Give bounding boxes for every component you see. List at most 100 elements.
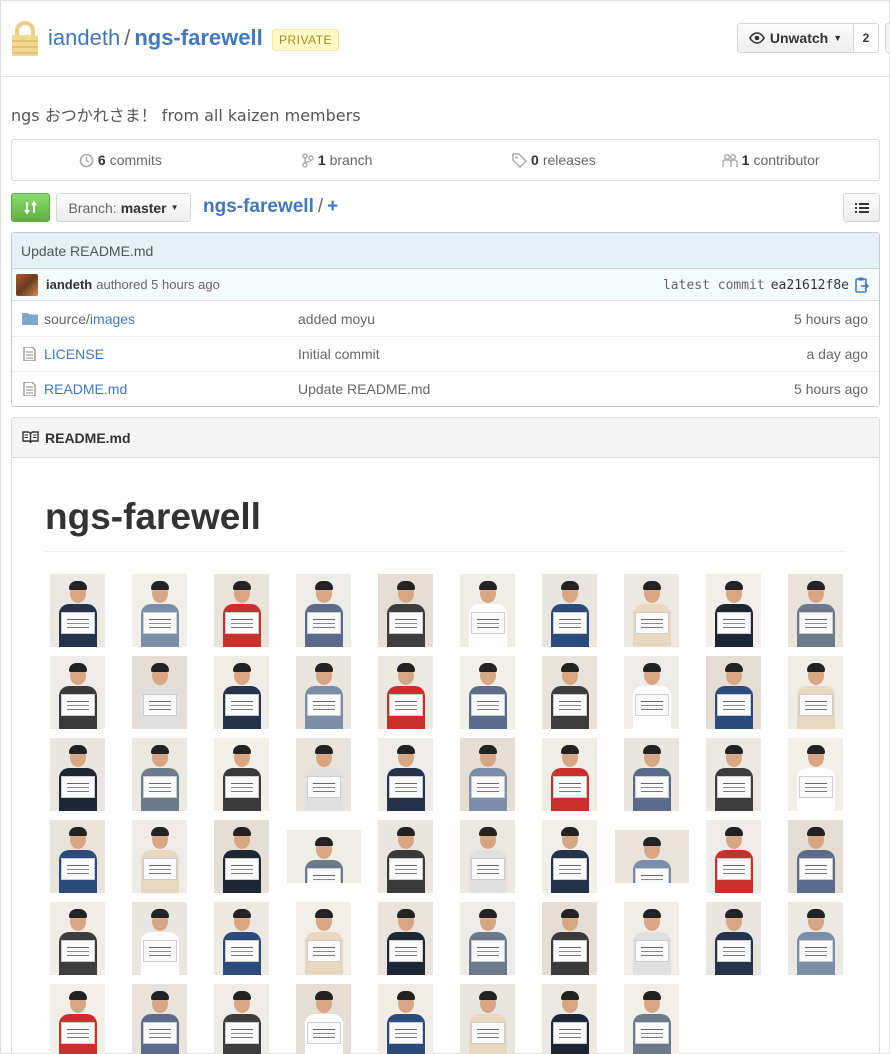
commit-author[interactable]: iandeth (46, 277, 92, 292)
member-photo[interactable] (296, 984, 351, 1054)
branch-select[interactable]: Branch: master ▼ (56, 193, 191, 222)
member-photo[interactable] (614, 830, 689, 883)
file-age: a day ago (806, 346, 869, 362)
file-commit-message[interactable]: added moyu (298, 311, 375, 327)
member-photo[interactable] (788, 820, 843, 893)
member-photo[interactable] (460, 656, 515, 729)
member-photo[interactable] (50, 738, 105, 811)
member-photo[interactable] (788, 574, 843, 647)
member-photo[interactable] (706, 902, 761, 975)
member-photo[interactable] (624, 738, 679, 811)
member-photo[interactable] (624, 574, 679, 647)
readme-header: README.md (12, 418, 879, 458)
contributors-stat[interactable]: 1 contributor (662, 140, 879, 180)
member-photo[interactable] (460, 738, 515, 811)
contributors-label: contributor (753, 152, 820, 168)
member-photo[interactable] (50, 656, 105, 729)
member-photo[interactable] (706, 574, 761, 647)
commit-title-text: Update README.md (21, 242, 154, 259)
list-view-button[interactable] (843, 193, 880, 222)
member-photo[interactable] (132, 574, 187, 647)
star-button-edge[interactable] (885, 23, 890, 53)
member-photo[interactable] (706, 738, 761, 811)
new-file-button[interactable]: + (327, 196, 338, 217)
member-photo[interactable] (624, 656, 679, 729)
member-photo[interactable] (50, 984, 105, 1054)
member-photo[interactable] (378, 984, 433, 1054)
member-photo[interactable] (378, 574, 433, 647)
member-photo[interactable] (706, 820, 761, 893)
file-link[interactable]: README.md (44, 381, 127, 397)
member-photo[interactable] (132, 820, 187, 893)
member-photo[interactable] (296, 656, 351, 729)
member-photo[interactable] (378, 738, 433, 811)
commit-sha-block: latest commit ea21612f8e (663, 277, 869, 293)
member-photo[interactable] (132, 738, 187, 811)
breadcrumb-root-link[interactable]: ngs-farewell (203, 196, 314, 217)
member-photo[interactable] (542, 820, 597, 893)
table-row: LICENSE Initial commit a day ago (12, 336, 879, 371)
member-photo[interactable] (296, 902, 351, 975)
member-photo[interactable] (214, 574, 269, 647)
member-photo[interactable] (460, 820, 515, 893)
member-photo[interactable] (296, 574, 351, 647)
member-photo[interactable] (214, 656, 269, 729)
member-photo[interactable] (706, 656, 761, 729)
file-link[interactable]: source/images (44, 311, 135, 327)
member-photo[interactable] (460, 984, 515, 1054)
member-photo[interactable] (542, 738, 597, 811)
file-link[interactable]: LICENSE (44, 346, 104, 362)
compare-button[interactable] (11, 193, 50, 222)
member-photo[interactable] (624, 984, 679, 1054)
member-photo[interactable] (624, 902, 679, 975)
avatar[interactable] (16, 273, 38, 296)
member-photo[interactable] (378, 902, 433, 975)
member-photo[interactable] (214, 738, 269, 811)
member-photo[interactable] (460, 574, 515, 647)
book-icon (22, 431, 39, 444)
commit-sha[interactable]: ea21612f8e (771, 278, 849, 293)
latest-commit-label: latest commit (662, 277, 765, 293)
branches-stat[interactable]: 1 branch (229, 140, 446, 180)
commit-message[interactable]: Update README.md (12, 233, 879, 269)
member-photo[interactable] (214, 902, 269, 975)
branches-count: 1 (317, 152, 326, 168)
unwatch-button[interactable]: Unwatch ▼ (737, 23, 854, 53)
member-photo[interactable] (542, 984, 597, 1054)
path-separator: / (124, 25, 131, 50)
clipboard-icon[interactable] (855, 277, 869, 293)
file-path-prefix: source/ (44, 310, 90, 327)
member-photo[interactable] (788, 656, 843, 729)
commits-stat[interactable]: 6 commits (12, 140, 229, 180)
member-photo[interactable] (50, 902, 105, 975)
member-photo[interactable] (542, 656, 597, 729)
file-list: source/images added moyu 5 hours ago LICENS… (12, 301, 879, 406)
member-photo[interactable] (132, 902, 187, 975)
member-photo[interactable] (132, 984, 187, 1054)
member-photo[interactable] (542, 574, 597, 647)
member-photo[interactable] (50, 820, 105, 893)
member-photo[interactable] (378, 820, 433, 893)
member-photo[interactable] (214, 984, 269, 1054)
member-photo[interactable] (132, 656, 187, 729)
member-photo[interactable] (788, 738, 843, 811)
organization-icon (721, 153, 738, 167)
releases-stat[interactable]: 0 releases (446, 140, 663, 180)
folder-icon (22, 313, 38, 325)
file-name: images (89, 310, 136, 327)
member-photo[interactable] (542, 902, 597, 975)
breadcrumb-separator: / (317, 196, 324, 217)
member-photo[interactable] (214, 820, 269, 893)
repo-owner-link[interactable]: iandeth (48, 25, 120, 50)
member-photo[interactable] (286, 830, 361, 883)
member-photo[interactable] (50, 574, 105, 647)
chevron-down-icon: ▼ (833, 33, 843, 43)
member-photo[interactable] (788, 902, 843, 975)
repo-name-link[interactable]: ngs-farewell (134, 25, 262, 50)
member-photo[interactable] (378, 656, 433, 729)
member-photo[interactable] (296, 738, 351, 811)
file-commit-message[interactable]: Initial commit (298, 346, 380, 362)
member-photo[interactable] (460, 902, 515, 975)
file-commit-message[interactable]: Update README.md (298, 381, 430, 397)
watchers-count[interactable]: 2 (853, 23, 879, 53)
